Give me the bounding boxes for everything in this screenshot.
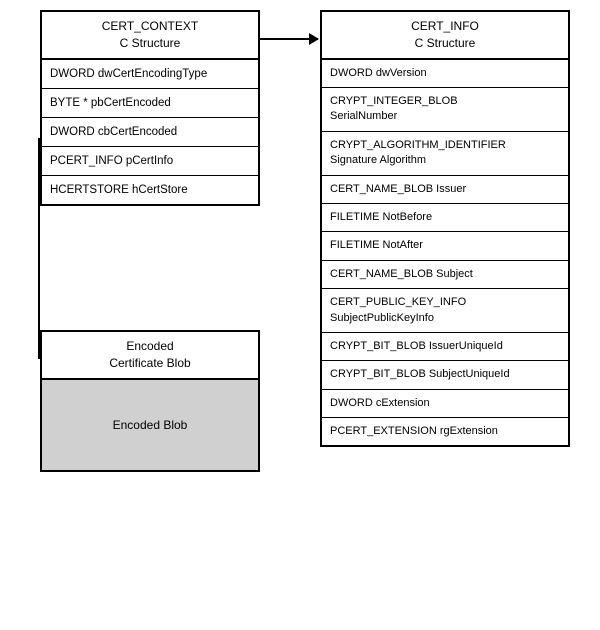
cert-info-row-1: CRYPT_INTEGER_BLOBSerialNumber <box>322 88 568 132</box>
diagram: CERT_CONTEXT C Structure DWORD dwCertEnc… <box>0 0 600 630</box>
cert-context-header: CERT_CONTEXT C Structure <box>42 12 258 60</box>
arrow-vertical-left <box>38 138 40 358</box>
encoded-blob-label: Encoded Blob <box>113 418 188 432</box>
cert-context-row-0: DWORD dwCertEncodingType <box>42 60 258 89</box>
encoded-cert-blob-title: Encoded <box>126 339 173 353</box>
cert-info-header: CERT_INFO C Structure <box>322 12 568 60</box>
cert-context-subtitle: C Structure <box>120 36 181 50</box>
cert-context-section: CERT_CONTEXT C Structure DWORD dwCertEnc… <box>40 10 260 206</box>
cert-info-row-4: FILETIME NotBefore <box>322 204 568 232</box>
encoded-cert-blob-section: Encoded Certificate Blob Encoded Blob <box>40 330 260 472</box>
cert-info-title: CERT_INFO <box>411 19 479 33</box>
cert-context-row-4: HCERTSTORE hCertStore <box>42 176 258 204</box>
cert-info-row-6: CERT_NAME_BLOB Subject <box>322 261 568 289</box>
encoded-cert-blob-box: Encoded Certificate Blob Encoded Blob <box>40 330 260 472</box>
cert-info-row-11: PCERT_EXTENSION rgExtension <box>322 418 568 445</box>
cert-info-row-0: DWORD dwVersion <box>322 60 568 88</box>
cert-context-row-2: DWORD cbCertEncoded <box>42 118 258 147</box>
cert-context-box: CERT_CONTEXT C Structure DWORD dwCertEnc… <box>40 10 260 206</box>
cert-info-row-2: CRYPT_ALGORITHM_IDENTIFIERSignature Algo… <box>322 132 568 176</box>
cert-context-row-1: BYTE * pbCertEncoded <box>42 89 258 118</box>
cert-info-row-7: CERT_PUBLIC_KEY_INFOSubjectPublicKeyInfo <box>322 289 568 333</box>
cert-context-row-3: PCERT_INFO pCertInfo <box>42 147 258 176</box>
cert-info-section: CERT_INFO C Structure DWORD dwVersion CR… <box>320 10 570 447</box>
cert-info-box: CERT_INFO C Structure DWORD dwVersion CR… <box>320 10 570 447</box>
cert-info-row-8: CRYPT_BIT_BLOB IssuerUniqueId <box>322 333 568 361</box>
encoded-cert-blob-header: Encoded Certificate Blob <box>42 332 258 380</box>
arrow-context-to-info <box>260 38 318 40</box>
encoded-cert-blob-title2: Certificate Blob <box>109 356 190 370</box>
cert-info-row-9: CRYPT_BIT_BLOB SubjectUniqueId <box>322 361 568 389</box>
encoded-blob-content: Encoded Blob <box>42 380 258 470</box>
cert-info-row-10: DWORD cExtension <box>322 390 568 418</box>
cert-info-subtitle: C Structure <box>415 36 476 50</box>
cert-context-title: CERT_CONTEXT <box>102 19 198 33</box>
cert-info-row-3: CERT_NAME_BLOB Issuer <box>322 176 568 204</box>
cert-info-row-5: FILETIME NotAfter <box>322 232 568 260</box>
